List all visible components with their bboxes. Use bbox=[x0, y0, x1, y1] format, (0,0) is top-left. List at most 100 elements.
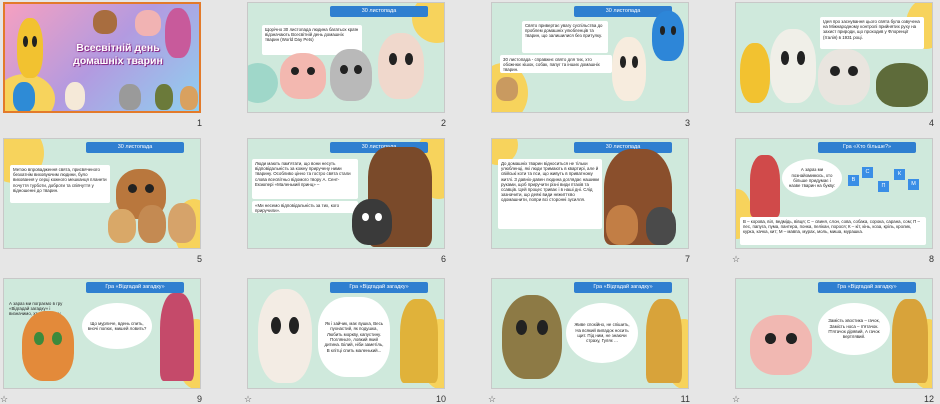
pig-figure bbox=[750, 315, 812, 375]
puppy-figure bbox=[180, 86, 198, 110]
slide-thumbnail-5[interactable]: 30 листопада Метою впровадження свята, п… bbox=[0, 138, 235, 273]
dog-figure bbox=[606, 205, 638, 245]
slide-banner: Гра «Відгадай загадку» bbox=[330, 282, 428, 293]
bunny-figure bbox=[108, 209, 136, 243]
boy-figure bbox=[892, 299, 928, 383]
turtle-figure bbox=[876, 63, 928, 107]
star-icon[interactable]: ☆ bbox=[732, 254, 740, 265]
slide-thumbnail-7[interactable]: 30 листопада До домашніх тварин відносит… bbox=[488, 138, 723, 273]
riddle-bubble: Що мурличе, вдень спить, вночі полює, ми… bbox=[82, 303, 152, 349]
cat-figure bbox=[646, 207, 676, 245]
pig-figure bbox=[135, 10, 161, 36]
slide-banner: 30 листопада bbox=[86, 142, 184, 153]
slide-10-canvas[interactable]: Гра «Відгадай загадку» Як і зайчик, має … bbox=[247, 278, 445, 389]
slide-thumbnail-3[interactable]: 30 листопада Свято привертає увагу суспі… bbox=[488, 2, 723, 137]
slide-thumbnail-12[interactable]: Гра «Відгадай загадку» Замість хвостика … bbox=[732, 278, 940, 404]
goat-figure bbox=[770, 29, 816, 103]
slide-9-canvas[interactable]: Гра «Відгадай загадку» А зараз ми пограє… bbox=[3, 278, 201, 389]
star-icon[interactable]: ☆ bbox=[732, 394, 740, 404]
slide-number: 10 bbox=[435, 394, 446, 404]
slide-text-2: «Ми несемо відповідальність за тих, кого… bbox=[252, 201, 358, 213]
slide-banner: 30 листопада bbox=[330, 6, 428, 17]
slide-number: 2 bbox=[440, 118, 446, 128]
slide-thumbnail-2[interactable]: 30 листопада Щорічно 30 листопада людина… bbox=[244, 2, 479, 137]
slide-text-2: 30 листопада - справжнє свято для тих, х… bbox=[500, 55, 612, 73]
slide-banner: Гра «Відгадай загадку» bbox=[574, 282, 672, 293]
slide-number: 9 bbox=[196, 394, 202, 404]
slide-number: 1 bbox=[196, 118, 202, 128]
slide-1-canvas[interactable]: Всесвітній день домашніх тварин bbox=[3, 2, 201, 113]
cow-figure bbox=[818, 49, 870, 105]
cat-figure bbox=[119, 84, 141, 110]
riddle-bubble: Як і зайчик, має вушка, Весь пухнастий, … bbox=[318, 297, 390, 377]
bunny-figure bbox=[65, 82, 85, 110]
kitten-figure bbox=[330, 49, 372, 101]
parrot-figure bbox=[652, 11, 684, 61]
slide-4-canvas[interactable]: Ідея про заснування цього свята була озв… bbox=[735, 2, 933, 113]
slide-number: 3 bbox=[684, 118, 690, 128]
parrot-figure bbox=[13, 82, 35, 111]
turtle-figure bbox=[155, 84, 173, 110]
slide-number: 6 bbox=[440, 254, 446, 264]
bunny-figure bbox=[612, 37, 646, 101]
bunny-figure-3 bbox=[168, 203, 196, 243]
boy-figure bbox=[646, 299, 682, 383]
slide-thumbnail-6[interactable]: 30 листопада Люди мають пам'ятати, що во… bbox=[244, 138, 479, 273]
riddle-bubble: Живе спокійно, не спішить, На всякий вип… bbox=[566, 303, 638, 363]
slide-number: 12 bbox=[923, 394, 934, 404]
star-icon[interactable]: ☆ bbox=[488, 394, 496, 404]
star-icon[interactable]: ☆ bbox=[244, 394, 252, 404]
kitten-figure bbox=[22, 311, 74, 381]
answer-list: В – корова, віл, ведмідь, вівця; С – сви… bbox=[740, 217, 926, 245]
turtle-figure bbox=[502, 295, 562, 379]
slide-number: 5 bbox=[196, 254, 202, 264]
slide-thumbnail-11[interactable]: Гра «Відгадай загадку» Живе спокійно, не… bbox=[488, 278, 723, 404]
slide-5-canvas[interactable]: 30 листопада Метою впровадження свята, п… bbox=[3, 138, 201, 249]
bunny-figure-2 bbox=[138, 205, 166, 243]
letter-tile[interactable]: С bbox=[862, 167, 873, 178]
slide-8-canvas[interactable]: Гра «Хто більше?» А зараз ми познайомимо… bbox=[735, 138, 933, 249]
slide-text-1: Свято привертає увагу суспільства до про… bbox=[522, 21, 608, 53]
slide-7-canvas[interactable]: 30 листопада До домашніх тварин відносит… bbox=[491, 138, 689, 249]
slide-number: 7 bbox=[684, 254, 690, 264]
slide-thumbnail-4[interactable]: Ідея про заснування цього свята була озв… bbox=[732, 2, 940, 137]
letter-tile[interactable]: В bbox=[848, 175, 859, 186]
slide-banner: Гра «Відгадай загадку» bbox=[86, 282, 184, 293]
letter-tile[interactable]: П bbox=[878, 181, 889, 192]
slide-banner: Гра «Хто більше?» bbox=[818, 142, 916, 153]
slide-number: 8 bbox=[928, 254, 934, 264]
slide-3-canvas[interactable]: 30 листопада Свято привертає увагу суспі… bbox=[491, 2, 689, 113]
letter-tile[interactable]: М bbox=[908, 179, 919, 190]
dog-figure bbox=[93, 10, 117, 34]
slide-text: До домашніх тварин відноситься не тільки… bbox=[498, 159, 602, 229]
slide-number: 11 bbox=[680, 394, 690, 404]
slide-11-canvas[interactable]: Гра «Відгадай загадку» Живе спокійно, не… bbox=[491, 278, 689, 389]
slide-banner: Гра «Відгадай загадку» bbox=[818, 282, 916, 293]
pig-figure bbox=[280, 53, 326, 99]
girl-figure bbox=[750, 155, 780, 217]
slide-number: 4 bbox=[928, 118, 934, 128]
letter-tile[interactable]: К bbox=[894, 169, 905, 180]
speech-bubble: А зараз ми познайомимось, хто більше при… bbox=[782, 159, 842, 197]
slide-text: Метою впровадження свята, присвяченого б… bbox=[10, 165, 110, 203]
bunny-figure bbox=[258, 289, 312, 383]
boy-figure bbox=[17, 18, 43, 78]
riddle-bubble: Замість хвостика – гачок, Замість носа –… bbox=[818, 303, 890, 355]
star-icon[interactable]: ☆ bbox=[0, 394, 8, 404]
slide-title: Всесвітній день домашніх тварин bbox=[73, 42, 163, 67]
slide-6-canvas[interactable]: 30 листопада Люди мають пам'ятати, що во… bbox=[247, 138, 445, 249]
hamster-figure bbox=[496, 77, 518, 101]
slide-2-canvas[interactable]: 30 листопада Щорічно 30 листопада людина… bbox=[247, 2, 445, 113]
slide-thumbnail-10[interactable]: Гра «Відгадай загадку» Як і зайчик, має … bbox=[244, 278, 479, 404]
slide-thumbnail-8[interactable]: Гра «Хто більше?» А зараз ми познайомимо… bbox=[732, 138, 940, 273]
slide-text: Ідея про заснування цього свята була озв… bbox=[820, 17, 924, 49]
slide-thumbnail-9[interactable]: Гра «Відгадай загадку» А зараз ми пограє… bbox=[0, 278, 235, 404]
boy-figure bbox=[400, 299, 438, 383]
dog-figure bbox=[740, 43, 770, 103]
dog-figure bbox=[352, 199, 392, 245]
slide-thumbnail-1[interactable]: Всесвітній день домашніх тварин 1 bbox=[0, 2, 235, 137]
slide-12-canvas[interactable]: Гра «Відгадай загадку» Замість хвостика … bbox=[735, 278, 933, 389]
girl-figure bbox=[160, 293, 194, 381]
cat-figure bbox=[378, 33, 424, 99]
slide-text-1: Люди мають пам'ятати, що вони несуть від… bbox=[252, 159, 358, 199]
